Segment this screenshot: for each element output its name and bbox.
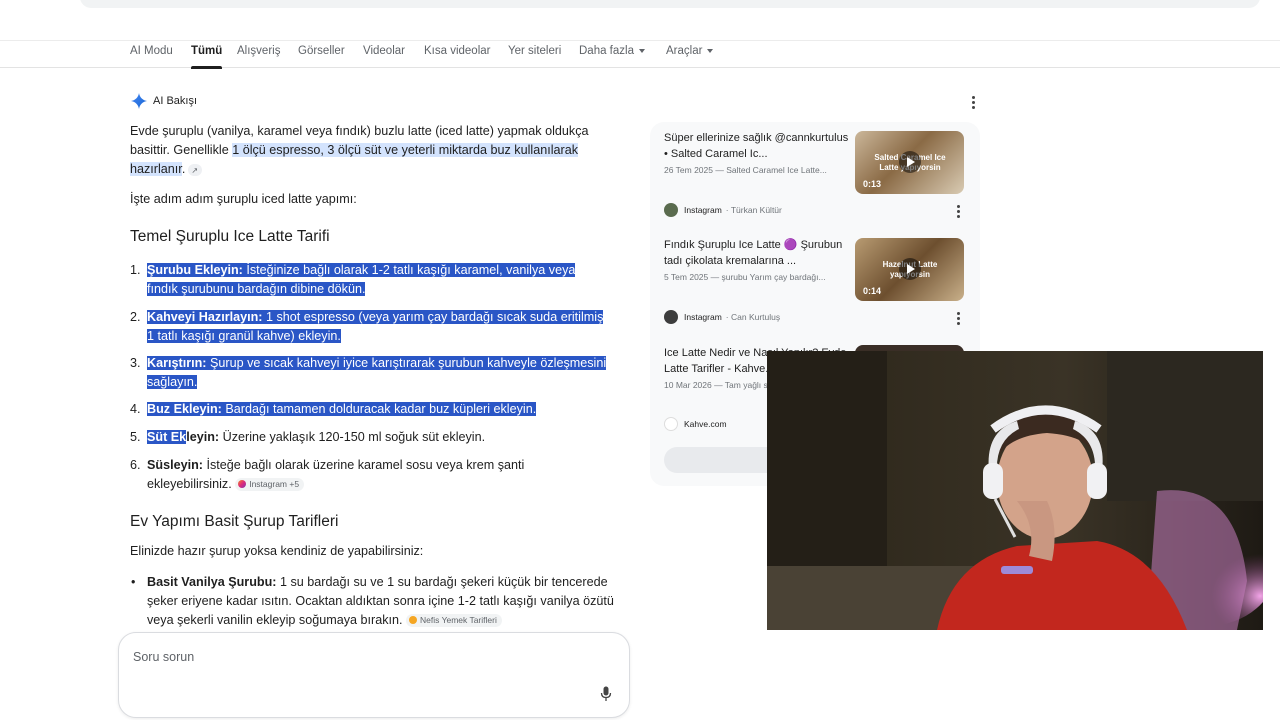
step-text: Buz Ekleyin: Bardağı tamamen dolduracak … bbox=[147, 400, 607, 419]
step-body: Üzerine yaklaşık 120-150 ml soğuk süt ek… bbox=[219, 430, 486, 444]
chevron-down-icon bbox=[638, 48, 645, 53]
kahve-logo-icon bbox=[664, 417, 678, 431]
instagram-icon bbox=[238, 480, 247, 489]
source-card[interactable]: Fındık Şuruplu Ice Latte 🟣 Şurubun tadı … bbox=[664, 229, 970, 329]
recipe-heading: Temel Şuruplu Ice Latte Tarifi bbox=[130, 228, 330, 245]
step-number: 2. bbox=[130, 310, 141, 324]
step-number: 5. bbox=[130, 430, 141, 444]
more-options-icon[interactable] bbox=[971, 96, 975, 109]
webcam-overlay bbox=[767, 351, 1263, 630]
syrup-intro: Elinizde hazır şurup yoksa kendiniz de y… bbox=[130, 544, 424, 558]
source-chip[interactable]: Instagram +5 bbox=[235, 478, 305, 492]
source-title[interactable]: Fındık Şuruplu Ice Latte 🟣 Şurubun tadı … bbox=[664, 238, 854, 269]
source-site-row: Kahve.com bbox=[664, 416, 727, 432]
step-text: Şurubu Ekleyin: İsteğinize bağlı olarak … bbox=[147, 261, 607, 299]
step-title: Şurubu Ekleyin: bbox=[147, 263, 243, 277]
tab-videos[interactable]: Videolar bbox=[363, 45, 405, 69]
video-thumbnail[interactable]: Salted Caramel Ice Latte yapıyorsin 0:13 bbox=[855, 131, 964, 194]
bullet-dot: • bbox=[131, 575, 136, 589]
step-title: Buz Ekleyin: bbox=[147, 402, 222, 416]
video-duration: 0:13 bbox=[863, 179, 882, 189]
step-title-selected: Süt Ek bbox=[147, 430, 187, 444]
source-site-row: Instagram · Türkan Kültür bbox=[664, 202, 782, 218]
source-site-row: Instagram · Can Kurtuluş bbox=[664, 309, 780, 325]
source-meta: 26 Tem 2025 — Salted Caramel Ice Latte..… bbox=[664, 165, 827, 175]
source-card[interactable]: Süper ellerinize sağlık @cannkurtulus • … bbox=[664, 122, 970, 222]
source-author: · Türkan Kültür bbox=[725, 205, 782, 215]
more-options-icon[interactable] bbox=[956, 205, 960, 218]
gemini-spark-icon bbox=[131, 93, 147, 109]
step-number: 1. bbox=[130, 263, 141, 277]
step-number: 3. bbox=[130, 356, 141, 370]
show-all-sources-button[interactable] bbox=[664, 447, 784, 473]
bullet-title: Basit Vanilya Şurubu: bbox=[147, 575, 277, 589]
source-site: Instagram bbox=[684, 205, 722, 215]
microphone-icon[interactable] bbox=[600, 686, 612, 702]
step-title: Süslеyin: bbox=[147, 458, 203, 472]
ai-overview-header: AI Bakışı bbox=[131, 92, 197, 110]
tab-tools-label: Araçlar bbox=[666, 45, 703, 57]
tab-tools[interactable]: Araçlar bbox=[666, 45, 714, 69]
tab-images[interactable]: Görseller bbox=[298, 45, 345, 69]
tab-more[interactable]: Daha fazla bbox=[579, 45, 645, 69]
step-title: Kahveyi Hazırlayın: bbox=[147, 310, 263, 324]
step-body: İsteğe bağlı olarak üzerine karamel sosu… bbox=[147, 458, 525, 491]
source-site: Instagram bbox=[684, 312, 722, 322]
tab-all[interactable]: Tümü bbox=[191, 45, 223, 69]
bullet-text: Basit Vanilya Şurubu: 1 su bardağı su ve… bbox=[147, 573, 622, 630]
more-options-icon[interactable] bbox=[956, 312, 960, 325]
avatar bbox=[664, 203, 678, 217]
source-site: Kahve.com bbox=[684, 419, 727, 429]
chevron-down-icon bbox=[707, 48, 714, 53]
recipe-site-icon bbox=[409, 616, 417, 625]
step-body: Şurup ve sıcak kahveyi iyice karıştırara… bbox=[147, 356, 607, 389]
step-text: Süslеyin: İsteğe bağlı olarak üzerine ka… bbox=[147, 456, 607, 494]
source-author: · Can Kurtuluş bbox=[725, 312, 781, 322]
source-chip-label: Instagram +5 bbox=[249, 479, 300, 490]
intro-end: . bbox=[181, 162, 186, 176]
step-title: Karıştırın: bbox=[147, 356, 207, 370]
tab-short-videos[interactable]: Kısa videolar bbox=[424, 45, 490, 69]
play-icon[interactable] bbox=[899, 151, 921, 173]
step-text: Süt Ekleyin: Üzerine yaklaşık 120-150 ml… bbox=[147, 428, 607, 447]
search-bar-strip bbox=[0, 0, 1280, 10]
tab-shopping[interactable]: Alışveriş bbox=[237, 45, 280, 69]
ask-input-placeholder: Soru sorun bbox=[133, 650, 195, 664]
tab-places[interactable]: Yer siteleri bbox=[508, 45, 561, 69]
video-duration: 0:14 bbox=[863, 286, 882, 296]
step-number: 4. bbox=[130, 402, 141, 416]
step-body: Bardağı tamamen dolduracak kadar buz küp… bbox=[221, 402, 537, 416]
search-tabs: AI Modu Tümü Alışveriş Görseller Videola… bbox=[0, 40, 1280, 69]
play-icon[interactable] bbox=[899, 258, 921, 280]
source-title[interactable]: Süper ellerinize sağlık @cannkurtulus • … bbox=[664, 131, 854, 162]
step-text: Karıştırın: Şurup ve sıcak kahveyi iyice… bbox=[147, 354, 607, 392]
step-number: 6. bbox=[130, 458, 141, 472]
syrup-heading: Ev Yapımı Basit Şurup Tarifleri bbox=[130, 513, 339, 530]
webcam-feed-image bbox=[767, 351, 1263, 630]
step-title-rest: leyin: bbox=[186, 430, 220, 444]
steps-intro: İşte adım adım şuruplu iced latte yapımı… bbox=[130, 192, 357, 206]
source-meta: 5 Tem 2025 — şurubu Yarım çay bardağı... bbox=[664, 272, 826, 282]
link-icon[interactable] bbox=[188, 161, 203, 180]
search-bar[interactable] bbox=[80, 0, 1260, 8]
intro-paragraph: Evde şuruplu (vanilya, karamel veya fınd… bbox=[130, 122, 600, 180]
tab-more-label: Daha fazla bbox=[579, 45, 634, 57]
source-chip-label: Nefis Yemek Tarifleri bbox=[420, 615, 497, 626]
ask-input-box[interactable]: Soru sorun bbox=[118, 632, 630, 718]
source-chip[interactable]: Nefis Yemek Tarifleri bbox=[406, 614, 502, 628]
tab-ai-mode[interactable]: AI Modu bbox=[130, 45, 173, 69]
ai-overview-label: AI Bakışı bbox=[153, 95, 198, 107]
avatar bbox=[664, 310, 678, 324]
step-text: Kahveyi Hazırlayın: 1 shot espresso (vey… bbox=[147, 308, 607, 346]
video-thumbnail[interactable]: Hazelnut Latte yapıyorsin 0:14 bbox=[855, 238, 964, 301]
